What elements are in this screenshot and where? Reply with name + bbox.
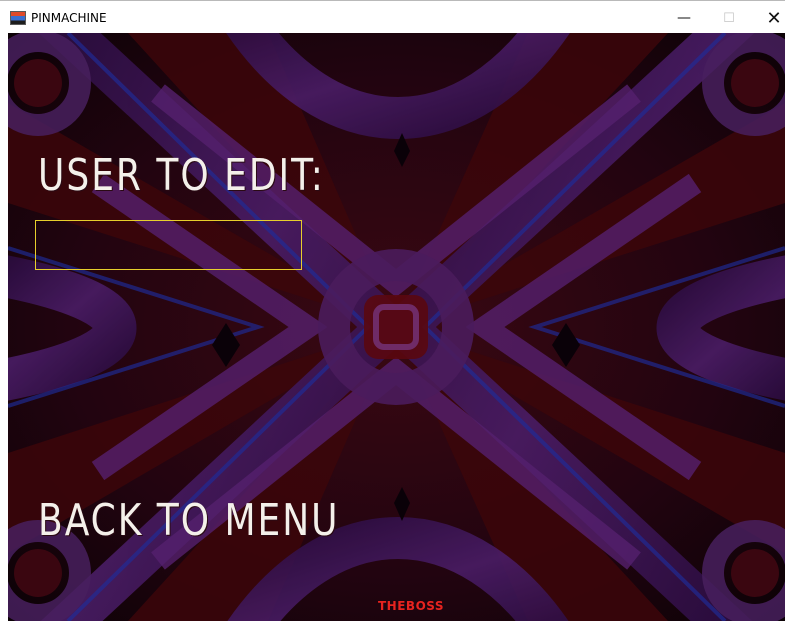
close-button[interactable]: ✕ xyxy=(752,5,785,31)
minimize-button[interactable]: — xyxy=(662,5,706,31)
title-bar: PINMACHINE — ☐ ✕ xyxy=(0,0,785,33)
close-icon: ✕ xyxy=(766,7,782,29)
user-to-edit-heading: USER TO EDIT: xyxy=(38,151,325,201)
minimize-icon: — xyxy=(677,10,691,26)
game-viewport: USER TO EDIT: BACK TO MENU THEBOSS xyxy=(8,33,785,621)
window-title: PINMACHINE xyxy=(31,11,107,25)
maximize-button[interactable]: ☐ xyxy=(707,5,751,31)
app-icon xyxy=(10,11,26,25)
user-name-input[interactable] xyxy=(35,220,302,270)
back-to-menu-button[interactable]: BACK TO MENU xyxy=(38,496,340,546)
footer-player-name: THEBOSS xyxy=(378,599,445,613)
maximize-icon: ☐ xyxy=(723,10,735,26)
